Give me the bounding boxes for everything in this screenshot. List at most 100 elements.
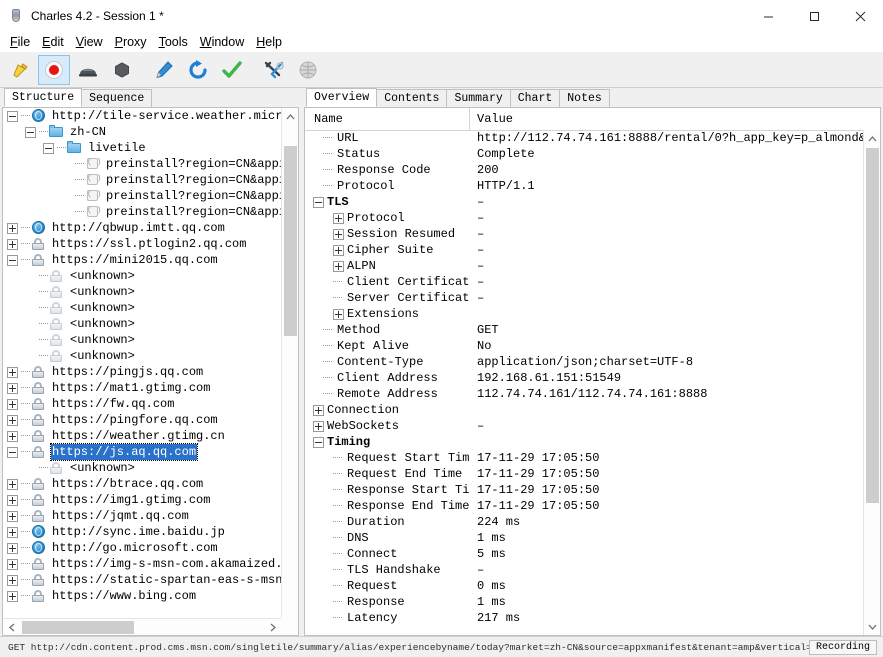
detail-row[interactable]: Content-Type application/json;charset=UTF…	[305, 354, 863, 370]
tab-summary[interactable]: Summary	[446, 89, 511, 107]
tab-structure[interactable]: Structure	[4, 88, 83, 107]
tree-scroll-thumb[interactable]	[284, 146, 297, 336]
detail-row[interactable]: Extensions	[305, 306, 863, 322]
detail-row[interactable]: TLS –	[305, 194, 863, 210]
tree-node[interactable]: https://mat1.gtimg.com	[3, 380, 281, 396]
dns-spoofing-icon[interactable]	[292, 55, 324, 85]
tree-node[interactable]: https://img-s-msn-com.akamaized.net	[3, 556, 281, 572]
tree-node[interactable]: https://pingfore.qq.com	[3, 412, 281, 428]
collapse-icon[interactable]	[313, 436, 324, 448]
expand-icon[interactable]	[7, 222, 18, 234]
detail-row[interactable]: Timing	[305, 434, 863, 450]
tab-chart[interactable]: Chart	[509, 89, 561, 107]
detail-scroll-up-icon[interactable]	[864, 130, 880, 147]
collapse-icon[interactable]	[7, 446, 18, 458]
expand-icon[interactable]	[333, 260, 344, 272]
collapse-icon[interactable]	[25, 126, 36, 138]
detail-row[interactable]: Status Complete	[305, 146, 863, 162]
tree-node[interactable]: livetile	[3, 140, 281, 156]
detail-row[interactable]: WebSockets –	[305, 418, 863, 434]
menu-file[interactable]: File	[4, 34, 36, 51]
maximize-button[interactable]	[791, 0, 837, 32]
tab-overview[interactable]: Overview	[306, 88, 378, 107]
collapse-icon[interactable]	[7, 254, 18, 266]
tree-node[interactable]: https://ssl.ptlogin2.qq.com	[3, 236, 281, 252]
tab-contents[interactable]: Contents	[376, 89, 448, 107]
expand-icon[interactable]	[333, 308, 344, 320]
expand-icon[interactable]	[313, 420, 324, 432]
record-icon[interactable]	[38, 54, 70, 85]
detail-scroll-down-icon[interactable]	[864, 618, 880, 635]
detail-row[interactable]: Client Address 192.168.61.151:51549	[305, 370, 863, 386]
expand-icon[interactable]	[7, 366, 18, 378]
detail-row[interactable]: Response 1 ms	[305, 594, 863, 610]
tools-icon[interactable]	[258, 55, 290, 85]
collapse-icon[interactable]	[43, 142, 54, 154]
detail-row[interactable]: Remote Address 112.74.74.161/112.74.74.16…	[305, 386, 863, 402]
detail-row[interactable]: TLS Handshake –	[305, 562, 863, 578]
breakpoints-icon[interactable]	[106, 55, 138, 85]
detail-row[interactable]: Client Certificates–	[305, 274, 863, 290]
expand-icon[interactable]	[7, 238, 18, 250]
tree-node[interactable]: <unknown>	[3, 332, 281, 348]
tree-node[interactable]: http://tile-service.weather.microsoft.co	[3, 108, 281, 124]
tree-node[interactable]: http://qbwup.imtt.qq.com	[3, 220, 281, 236]
compose-icon[interactable]	[148, 55, 180, 85]
tree-node[interactable]: http://sync.ime.baidu.jp	[3, 524, 281, 540]
detail-row[interactable]: Request Start Time 17-11-29 17:05:50	[305, 450, 863, 466]
menu-edit[interactable]: Edit	[36, 34, 70, 51]
detail-row[interactable]: URL http://112.74.74.161:8888/rental/0?h_…	[305, 130, 863, 146]
collapse-icon[interactable]	[7, 110, 18, 122]
tree-node[interactable]: https://mini2015.qq.com	[3, 252, 281, 268]
repeat-icon[interactable]	[182, 55, 214, 85]
tree-node[interactable]: <unknown>	[3, 284, 281, 300]
tree-hscroll-thumb[interactable]	[22, 621, 134, 634]
detail-row[interactable]: Method GET	[305, 322, 863, 338]
tree-node[interactable]: preinstall?region=CN&appid=C98	[3, 156, 281, 172]
tree-node[interactable]: https://js.aq.qq.com	[3, 443, 281, 461]
tree-node[interactable]: https://btrace.qq.com	[3, 476, 281, 492]
menu-proxy[interactable]: Proxy	[109, 34, 153, 51]
tree-horizontal-scrollbar[interactable]	[3, 618, 281, 635]
expand-icon[interactable]	[7, 414, 18, 426]
detail-row[interactable]: Cipher Suite –	[305, 242, 863, 258]
menu-view[interactable]: View	[70, 34, 109, 51]
detail-row[interactable]: Server Certificates–	[305, 290, 863, 306]
detail-row[interactable]: Protocol HTTP/1.1	[305, 178, 863, 194]
expand-icon[interactable]	[313, 404, 324, 416]
tab-notes[interactable]: Notes	[559, 89, 610, 107]
tree-vertical-scrollbar[interactable]	[281, 108, 298, 635]
detail-rows-viewport[interactable]: URL http://112.74.74.161:8888/rental/0?h_…	[305, 130, 863, 635]
expand-icon[interactable]	[7, 574, 18, 586]
expand-icon[interactable]	[7, 558, 18, 570]
tree-node[interactable]: zh-CN	[3, 124, 281, 140]
tree-node[interactable]: https://fw.qq.com	[3, 396, 281, 412]
detail-row[interactable]: Session Resumed –	[305, 226, 863, 242]
expand-icon[interactable]	[333, 244, 344, 256]
detail-row[interactable]: ALPN –	[305, 258, 863, 274]
expand-icon[interactable]	[7, 398, 18, 410]
tree-node[interactable]: https://img1.gtimg.com	[3, 492, 281, 508]
tree-node[interactable]: <unknown>	[3, 460, 281, 476]
throttle-icon[interactable]	[72, 55, 104, 85]
detail-row[interactable]: Request End Time 17-11-29 17:05:50	[305, 466, 863, 482]
tab-sequence[interactable]: Sequence	[81, 89, 153, 107]
detail-vertical-scrollbar[interactable]	[863, 130, 880, 635]
detail-scroll-thumb[interactable]	[866, 148, 879, 503]
detail-row[interactable]: Kept Alive No	[305, 338, 863, 354]
tree-node[interactable]: preinstall?region=CN&appid=C98	[3, 188, 281, 204]
tree-node[interactable]: https://static-spartan-eas-s-msn-com.aka	[3, 572, 281, 588]
scroll-left-icon[interactable]	[3, 619, 20, 635]
detail-row[interactable]: Protocol –	[305, 210, 863, 226]
clear-session-icon[interactable]	[4, 55, 36, 85]
detail-row[interactable]: Request 0 ms	[305, 578, 863, 594]
close-button[interactable]	[837, 0, 883, 32]
column-header-value[interactable]: Value	[470, 108, 880, 130]
tree-node[interactable]: https://jqmt.qq.com	[3, 508, 281, 524]
expand-icon[interactable]	[7, 542, 18, 554]
expand-icon[interactable]	[7, 494, 18, 506]
tree-node[interactable]: https://weather.gtimg.cn	[3, 428, 281, 444]
detail-row[interactable]: Response End Time 17-11-29 17:05:50	[305, 498, 863, 514]
detail-row[interactable]: Connection	[305, 402, 863, 418]
expand-icon[interactable]	[7, 590, 18, 602]
